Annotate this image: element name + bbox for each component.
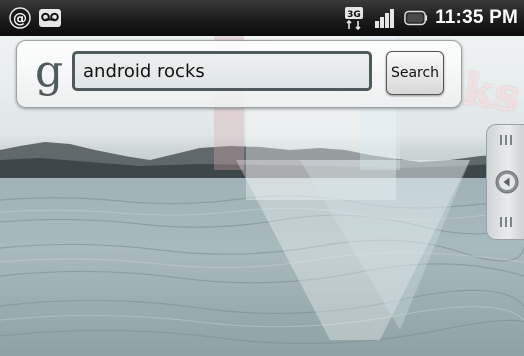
battery-icon bbox=[404, 6, 428, 30]
search-button[interactable]: Search bbox=[386, 51, 444, 95]
search-input[interactable]: android rocks bbox=[72, 51, 372, 91]
3g-data-icon: 3G bbox=[342, 6, 366, 30]
at-sign-icon: @ bbox=[8, 6, 32, 30]
status-bar: @ 3G 11:35 PM bbox=[0, 0, 524, 36]
status-time: 11:35 PM bbox=[435, 7, 518, 28]
google-search-widget: g android rocks Search bbox=[16, 40, 462, 108]
grip-lines-icon bbox=[500, 135, 516, 145]
svg-text:@: @ bbox=[13, 11, 27, 27]
grip-lines-icon bbox=[500, 217, 516, 227]
left-arrow-icon bbox=[495, 170, 519, 194]
svg-text:3G: 3G bbox=[347, 10, 361, 20]
app-drawer-handle[interactable] bbox=[486, 124, 524, 240]
signal-strength-icon bbox=[373, 6, 397, 30]
voicemail-icon bbox=[38, 6, 62, 30]
google-g-logo[interactable]: g bbox=[35, 46, 63, 98]
